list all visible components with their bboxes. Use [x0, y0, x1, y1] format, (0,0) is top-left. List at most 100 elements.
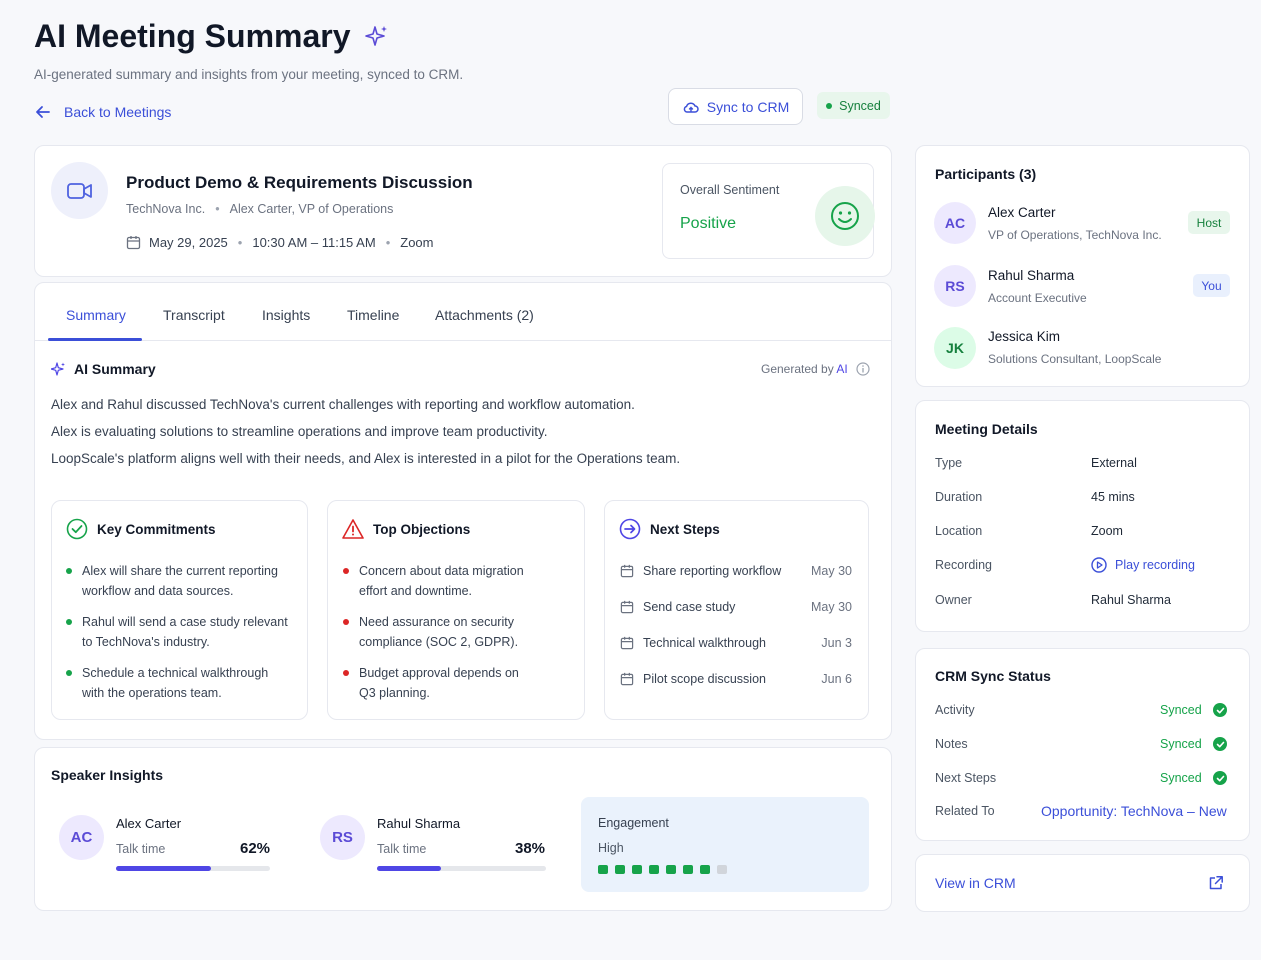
detail-label: Location — [935, 524, 983, 538]
ai-summary-heading: AI Summary — [51, 361, 156, 377]
smiley-icon — [829, 200, 861, 232]
play-recording-link[interactable]: Play recording — [1091, 557, 1195, 573]
synced-badge: Synced — [817, 92, 890, 119]
list-item-text: Concern about data migration — [359, 564, 524, 578]
page-title-text: AI Meeting Summary — [34, 18, 351, 54]
synced-badge-label: Synced — [839, 98, 881, 113]
next-step-label: Send case study — [643, 600, 736, 614]
tab-summary[interactable]: Summary — [66, 307, 126, 323]
bullet — [343, 670, 349, 676]
crm-row-label: Next Steps — [935, 771, 997, 785]
speaker-metric: Talk time — [377, 842, 427, 856]
meeting-company: TechNova Inc. — [126, 202, 206, 216]
tab-summary-underline — [48, 338, 142, 341]
next-step-label: Technical walkthrough — [643, 636, 766, 650]
sparkle-small-icon — [51, 361, 66, 377]
crm-row-status: Synced — [1160, 737, 1202, 751]
bullet — [66, 670, 72, 676]
list-item-text: effort and downtime. — [359, 584, 473, 598]
tab-timeline[interactable]: Timeline — [347, 307, 399, 323]
list-item: Rahul will send a case study relevant to … — [66, 612, 288, 652]
page-subtitle: AI-generated summary and insights from y… — [34, 67, 464, 82]
synced-dot — [826, 102, 833, 109]
next-step-date: Jun 6 — [821, 672, 852, 686]
summary-line-3: LoopScale's platform aligns well with th… — [51, 451, 681, 466]
engagement-dot — [717, 865, 727, 874]
top-objections-title: Top Objections — [373, 521, 471, 537]
sentiment-card: Overall Sentiment Positive — [662, 163, 875, 259]
list-item-text: Q3 planning. — [359, 686, 430, 700]
list-item-text: Alex will share the current reporting — [82, 564, 278, 578]
host-badge: Host — [1188, 211, 1230, 234]
engagement-dot — [649, 865, 659, 874]
list-item: Concern about data migration effort and d… — [343, 561, 524, 601]
sync-to-crm-button[interactable]: Sync to CRM — [668, 88, 803, 125]
detail-label: Type — [935, 456, 963, 470]
talk-time-bar — [377, 866, 546, 871]
crm-row-status: Synced — [1160, 703, 1202, 717]
crm-related-link[interactable]: Opportunity: TechNova – New — [1041, 803, 1227, 819]
crm-sync-title: CRM Sync Status — [935, 668, 1051, 684]
engagement-dot — [683, 865, 693, 874]
meeting-date-line: May 29, 2025 • 10:30 AM – 11:15 AM • Zoo… — [126, 235, 433, 250]
meeting-platform: Zoom — [400, 235, 434, 250]
play-circle-icon — [1091, 557, 1107, 573]
engagement-dot — [632, 865, 642, 874]
list-item-text: with the operations team. — [82, 686, 222, 700]
list-item-text: Rahul will send a case study relevant — [82, 615, 288, 629]
check-circle-icon — [1213, 703, 1227, 717]
speaker-percent: 62% — [240, 840, 271, 857]
next-step-item[interactable]: Share reporting workflow May 30 — [620, 564, 852, 578]
meeting-time: 10:30 AM – 11:15 AM — [252, 235, 376, 250]
summary-line-2: Alex is evaluating solutions to streamli… — [51, 424, 548, 439]
list-item-text: workflow and data sources. — [82, 584, 234, 598]
warning-triangle-icon — [342, 518, 364, 540]
bullet — [66, 619, 72, 625]
speaker-insights-title: Speaker Insights — [51, 767, 164, 783]
participant-name: Jessica Kim — [988, 329, 1061, 344]
detail-label: Recording — [935, 558, 992, 572]
talk-time-bar — [116, 866, 270, 871]
key-commitments-heading: Key Commitments — [66, 518, 216, 540]
generated-by-label: Generated by AI — [761, 362, 848, 376]
video-camera-icon — [66, 180, 94, 202]
summary-line-1: Alex and Rahul discussed TechNova's curr… — [51, 397, 635, 412]
tab-insights[interactable]: Insights — [262, 307, 310, 323]
calendar-icon — [620, 600, 634, 614]
next-step-item[interactable]: Pilot scope discussion Jun 6 — [620, 672, 852, 686]
detail-value: Rahul Sharma — [1091, 593, 1171, 607]
view-in-crm-label[interactable]: View in CRM — [935, 875, 1016, 891]
external-link-icon[interactable] — [1208, 875, 1224, 891]
engagement-dot — [700, 865, 710, 874]
next-step-label: Share reporting workflow — [643, 564, 782, 578]
meeting-details-title: Meeting Details — [935, 421, 1038, 437]
tab-transcript[interactable]: Transcript — [163, 307, 225, 323]
participant-role: VP of Operations, TechNova Inc. — [988, 228, 1162, 242]
calendar-icon — [126, 235, 141, 250]
engagement-meter — [598, 865, 734, 874]
page-title: AI Meeting Summary — [34, 18, 389, 55]
next-steps-title: Next Steps — [650, 521, 720, 537]
list-item-text: compliance (SOC 2, GDPR). — [359, 635, 519, 649]
list-item: Need assurance on security compliance (SO… — [343, 612, 518, 652]
play-recording-label: Play recording — [1115, 558, 1195, 572]
talk-time-bar-fill — [116, 866, 212, 871]
top-objections-heading: Top Objections — [342, 518, 470, 540]
sentiment-value: Positive — [680, 215, 737, 232]
avatar: AC — [934, 202, 976, 244]
tab-attachments[interactable]: Attachments (2) — [435, 307, 534, 323]
bullet — [66, 568, 72, 574]
detail-value: Zoom — [1091, 524, 1123, 538]
back-link[interactable]: Back to Meetings — [34, 103, 171, 121]
avatar: AC — [59, 815, 104, 860]
next-step-item[interactable]: Technical walkthrough Jun 3 — [620, 636, 852, 650]
info-icon[interactable] — [856, 362, 870, 376]
participant-role: Account Executive — [988, 291, 1087, 305]
sentiment-label: Overall Sentiment — [680, 183, 780, 197]
next-step-date: May 30 — [811, 564, 852, 578]
smiley-circle — [815, 186, 875, 246]
detail-label: Owner — [935, 593, 972, 607]
key-commitments-title: Key Commitments — [97, 521, 216, 537]
list-item-text: to TechNova's industry. — [82, 635, 210, 649]
next-step-item[interactable]: Send case study May 30 — [620, 600, 852, 614]
